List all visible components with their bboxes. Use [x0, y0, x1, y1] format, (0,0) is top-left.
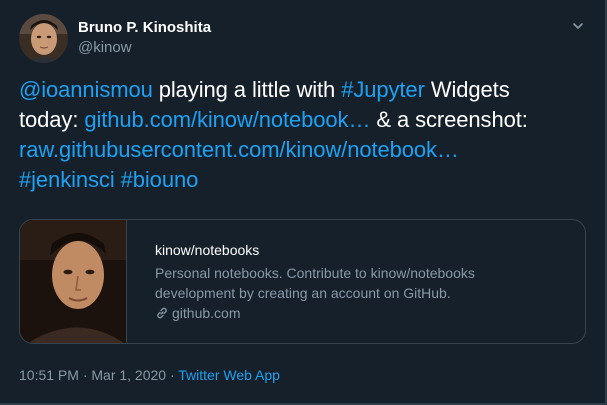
mention-link[interactable]: @ioannismou [19, 77, 153, 102]
card-domain-label: github.com [172, 305, 241, 321]
hashtag-link-jupyter[interactable]: #Jupyter [341, 77, 425, 102]
tweet-text-line-1: @ioannismou playing a little with #Jupyt… [19, 75, 589, 105]
user-handle[interactable]: @kinow [78, 39, 132, 57]
screenshot-link[interactable]: raw.githubusercontent.com/kinow/notebook… [19, 137, 459, 162]
link-preview-card[interactable]: kinow/notebooks Personal notebooks. Cont… [19, 219, 586, 344]
tweet-text-segment: Widgets [424, 77, 510, 102]
tweet-source-link[interactable]: Twitter Web App [178, 367, 280, 383]
tweet-meta: 10:51 PM · Mar 1, 2020 · Twitter Web App [19, 366, 280, 384]
tweet-timestamp[interactable]: 10:51 PM · Mar 1, 2020 · [19, 367, 178, 383]
tweet-text-line-4: #jenkinsci #biouno [19, 165, 589, 195]
card-title: kinow/notebooks [155, 242, 260, 258]
tweet: Bruno P. Kinoshita @kinow @ioannismou pl… [0, 0, 607, 405]
tweet-text-segment: today: [19, 107, 85, 132]
link-icon [157, 307, 167, 319]
hashtag-link-jenkinsci[interactable]: #jenkinsci [19, 167, 115, 192]
hashtag-link-biouno[interactable]: #biouno [121, 167, 199, 192]
card-domain: github.com [155, 304, 240, 322]
display-name[interactable]: Bruno P. Kinoshita [78, 19, 211, 37]
tweet-text-line-2: today: github.com/kinow/notebook… & a sc… [19, 105, 589, 135]
avatar[interactable] [19, 14, 68, 63]
tweet-text-segment: playing a little with [152, 77, 342, 102]
card-thumbnail [20, 220, 127, 343]
tweet-text-line-3: raw.githubusercontent.com/kinow/notebook… [19, 135, 589, 165]
github-link[interactable]: github.com/kinow/notebook… [84, 107, 370, 132]
tweet-text: @ioannismou playing a little with #Jupyt… [19, 75, 589, 195]
tweet-text-segment: & a screenshot: [370, 107, 528, 132]
card-description-line-1: Personal notebooks. Contribute to kinow/… [155, 265, 475, 281]
card-description: Personal notebooks. Contribute to kinow/… [155, 263, 565, 303]
card-description-line-2: development by creating an account on Gi… [155, 285, 451, 301]
chevron-down-icon[interactable] [566, 14, 590, 38]
